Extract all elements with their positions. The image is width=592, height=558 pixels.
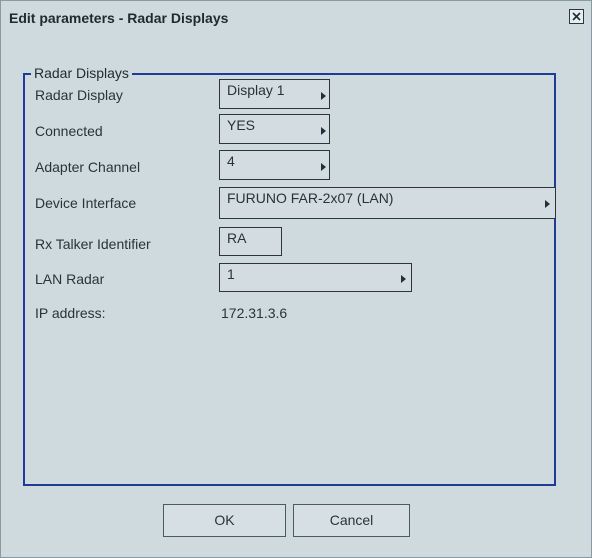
adapter-channel-label: Adapter Channel [35, 159, 141, 175]
ip-address-value: 172.31.3.6 [221, 305, 288, 321]
chevron-right-icon [321, 163, 326, 171]
connected-value: YES [227, 117, 256, 133]
device-interface-dropdown[interactable]: FURUNO FAR-2x07 (LAN) [219, 187, 556, 219]
device-interface-value: FURUNO FAR-2x07 (LAN) [227, 190, 394, 206]
ok-button[interactable]: OK [163, 504, 286, 537]
chevron-right-icon [321, 127, 326, 135]
chevron-right-icon [545, 200, 550, 208]
close-button[interactable] [569, 9, 584, 24]
dialog-title: Edit parameters - Radar Displays [9, 10, 229, 26]
adapter-channel-dropdown[interactable]: 4 [219, 150, 330, 180]
lan-radar-label: LAN Radar [35, 271, 105, 287]
edit-parameters-dialog: Edit parameters - Radar Displays Radar D… [0, 0, 592, 558]
radar-display-value: Display 1 [227, 82, 285, 98]
title-bar: Edit parameters - Radar Displays [1, 1, 591, 33]
lan-radar-value: 1 [227, 266, 235, 282]
connected-dropdown[interactable]: YES [219, 114, 330, 144]
rx-talker-input[interactable]: RA [219, 227, 282, 256]
lan-radar-dropdown[interactable]: 1 [219, 263, 412, 292]
close-icon [572, 12, 581, 21]
cancel-button[interactable]: Cancel [293, 504, 410, 537]
adapter-channel-value: 4 [227, 153, 235, 169]
radar-display-label: Radar Display [35, 87, 123, 103]
chevron-right-icon [401, 275, 406, 283]
radar-display-dropdown[interactable]: Display 1 [219, 79, 330, 109]
rx-talker-value: RA [227, 230, 247, 246]
group-legend: Radar Displays [31, 65, 132, 81]
chevron-right-icon [321, 92, 326, 100]
device-interface-label: Device Interface [35, 195, 137, 211]
ip-address-label: IP address: [35, 305, 106, 321]
rx-talker-label: Rx Talker Identifier [35, 236, 151, 252]
connected-label: Connected [35, 123, 103, 139]
